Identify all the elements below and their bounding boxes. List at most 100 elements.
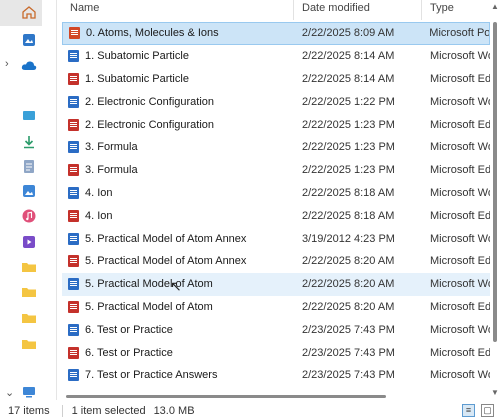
desktop-icon[interactable] <box>22 110 36 122</box>
file-type-cell: Microsoft Word <box>430 369 490 382</box>
file-row[interactable]: 7. Test or Practice Answers 2/23/2025 7:4… <box>62 364 490 387</box>
horizontal-scroll-thumb[interactable] <box>66 395 386 398</box>
file-name-label: 0. Atoms, Molecules & Ions <box>86 27 219 40</box>
file-name-cell[interactable]: 1. Subatomic Particle <box>62 50 294 63</box>
vertical-scroll-thumb[interactable] <box>493 22 497 342</box>
powerpoint-file-icon <box>69 27 80 40</box>
file-row[interactable]: 6. Test or Practice 2/23/2025 7:43 PM Micr… <box>62 318 490 341</box>
word-file-icon <box>68 186 79 199</box>
file-type-cell: Microsoft Word <box>430 323 490 336</box>
pictures-icon[interactable] <box>22 184 36 198</box>
file-name-cell[interactable]: 2. Electronic Configuration <box>62 95 294 108</box>
file-name-cell[interactable]: 3. Formula <box>62 164 294 177</box>
file-name-cell[interactable]: 4. Ion <box>62 186 294 199</box>
file-name-label: 7. Test or Practice Answers <box>85 369 218 382</box>
file-date-cell: 2/22/2025 8:20 AM <box>302 278 395 291</box>
file-date-cell: 2/22/2025 8:14 AM <box>302 72 395 85</box>
selection-size: 13.0 MB <box>153 405 195 417</box>
file-name-label: 5. Practical Model of Atom <box>85 300 213 313</box>
this-pc-icon[interactable] <box>22 386 36 398</box>
column-header-type[interactable]: Type <box>422 0 490 20</box>
file-name-cell[interactable]: 5. Practical Model of Atom Annex <box>62 255 294 268</box>
status-divider <box>61 405 63 417</box>
file-date-cell: 2/22/2025 8:18 AM <box>302 209 395 222</box>
gallery-icon[interactable] <box>22 33 36 47</box>
file-name-cell[interactable]: 6. Test or Practice <box>62 323 294 336</box>
scroll-up-arrow-icon[interactable]: ▲ <box>491 2 499 11</box>
file-type-cell: Microsoft Word <box>430 50 490 63</box>
file-name-cell[interactable]: 4. Ion <box>62 209 294 222</box>
file-date-cell: 2/22/2025 8:20 AM <box>302 300 395 313</box>
pdf-file-icon <box>68 164 79 177</box>
file-name-label: 2. Electronic Configuration <box>85 118 215 131</box>
column-header-row: Name Date modified Type <box>62 0 490 20</box>
word-file-icon <box>68 50 79 63</box>
file-name-cell[interactable]: 5. Practical Model of Atom Annex <box>62 232 294 245</box>
file-date-cell: 2/22/2025 8:18 AM <box>302 186 395 199</box>
file-name-cell[interactable]: 1. Subatomic Particle <box>62 72 294 85</box>
file-name-cell[interactable]: 5. Practical Model of Atom <box>62 278 294 291</box>
file-name-cell[interactable]: 2. Electronic Configuration <box>62 118 294 131</box>
column-header-date-modified[interactable]: Date modified <box>294 0 422 20</box>
details-view-icon[interactable]: ≡ <box>462 404 475 417</box>
folder-icon[interactable] <box>21 338 37 350</box>
file-type-cell: Microsoft Edge <box>430 300 490 313</box>
file-name-label: 4. Ion <box>85 209 113 222</box>
word-file-icon <box>68 95 79 108</box>
nav-home-item[interactable] <box>0 0 42 26</box>
vertical-scrollbar[interactable]: ▲ ▼ <box>490 0 500 400</box>
file-row[interactable]: 5. Practical Model of Atom 2/22/2025 8:20… <box>62 296 490 319</box>
file-row[interactable]: 2. Electronic Configuration 2/22/2025 1:2… <box>62 113 490 136</box>
file-name-label: 1. Subatomic Particle <box>85 72 189 85</box>
chevron-down-icon[interactable]: ⌄ <box>5 386 14 399</box>
file-row[interactable]: 4. Ion 2/22/2025 8:18 AM Microsoft Word <box>62 182 490 205</box>
file-type-cell: Microsoft Edge <box>430 255 490 268</box>
folder-icon[interactable] <box>21 261 37 273</box>
music-icon[interactable] <box>22 209 36 223</box>
file-date-cell: 2/22/2025 8:14 AM <box>302 50 395 63</box>
pdf-file-icon <box>68 118 79 131</box>
file-name-label: 3. Formula <box>85 164 138 177</box>
file-type-cell: Microsoft Edge <box>430 346 490 359</box>
folder-icon[interactable] <box>21 312 37 324</box>
onedrive-icon[interactable] <box>21 60 37 71</box>
file-type-cell: Microsoft Edge <box>430 118 490 131</box>
file-row[interactable]: 2. Electronic Configuration 2/22/2025 1:2… <box>62 90 490 113</box>
file-name-cell[interactable]: 7. Test or Practice Answers <box>62 369 294 382</box>
navigation-pane[interactable]: › ⌄ <box>0 0 57 400</box>
file-date-cell: 2/22/2025 1:23 PM <box>302 141 395 154</box>
videos-icon[interactable] <box>22 235 36 249</box>
file-row[interactable]: 5. Practical Model of Atom 2/22/2025 8:20… <box>62 272 490 296</box>
file-type-cell: Microsoft Word <box>430 141 490 154</box>
file-name-cell[interactable]: 6. Test or Practice <box>62 346 294 359</box>
file-name-label: 5. Practical Model of Atom Annex <box>85 232 247 245</box>
file-name-label: 6. Test or Practice <box>85 346 173 359</box>
file-date-cell: 2/23/2025 7:43 PM <box>302 323 395 336</box>
word-file-icon <box>68 141 79 154</box>
downloads-icon[interactable] <box>22 135 36 149</box>
file-row[interactable]: 6. Test or Practice 2/23/2025 7:43 PM Micr… <box>62 341 490 364</box>
tiles-view-icon[interactable]: ▢ <box>481 404 494 417</box>
view-buttons: ≡ ▢ <box>462 404 494 417</box>
file-row[interactable]: 5. Practical Model of Atom Annex 2/22/202… <box>62 250 490 273</box>
file-row[interactable]: 3. Formula 2/22/2025 1:23 PM Microsoft Edg… <box>62 159 490 182</box>
file-name-cell[interactable]: 5. Practical Model of Atom <box>62 300 294 313</box>
file-row[interactable]: 1. Subatomic Particle 2/22/2025 8:14 AM Mi… <box>62 68 490 91</box>
file-row[interactable]: 3. Formula 2/22/2025 1:23 PM Microsoft Wor… <box>62 136 490 159</box>
file-name-cell[interactable]: 3. Formula <box>62 141 294 154</box>
file-row[interactable]: 4. Ion 2/22/2025 8:18 AM Microsoft Edge <box>62 204 490 227</box>
horizontal-scrollbar[interactable] <box>62 392 490 400</box>
documents-icon[interactable] <box>23 159 35 174</box>
file-date-cell: 3/19/2012 4:23 PM <box>302 232 395 245</box>
file-name-label: 1. Subatomic Particle <box>85 50 189 63</box>
folder-icon[interactable] <box>21 286 37 298</box>
file-name-label: 2. Electronic Configuration <box>85 95 215 108</box>
column-header-name[interactable]: Name <box>62 0 294 20</box>
file-name-cell[interactable]: 0. Atoms, Molecules & Ions <box>63 27 294 40</box>
chevron-right-icon[interactable]: › <box>5 58 9 70</box>
file-row[interactable]: 0. Atoms, Molecules & Ions 2/22/2025 8:09… <box>62 22 490 45</box>
file-name-label: 3. Formula <box>85 141 138 154</box>
scroll-down-arrow-icon[interactable]: ▼ <box>491 388 499 397</box>
file-row[interactable]: 5. Practical Model of Atom Annex 3/19/201… <box>62 227 490 250</box>
file-row[interactable]: 1. Subatomic Particle 2/22/2025 8:14 AM Mi… <box>62 45 490 68</box>
